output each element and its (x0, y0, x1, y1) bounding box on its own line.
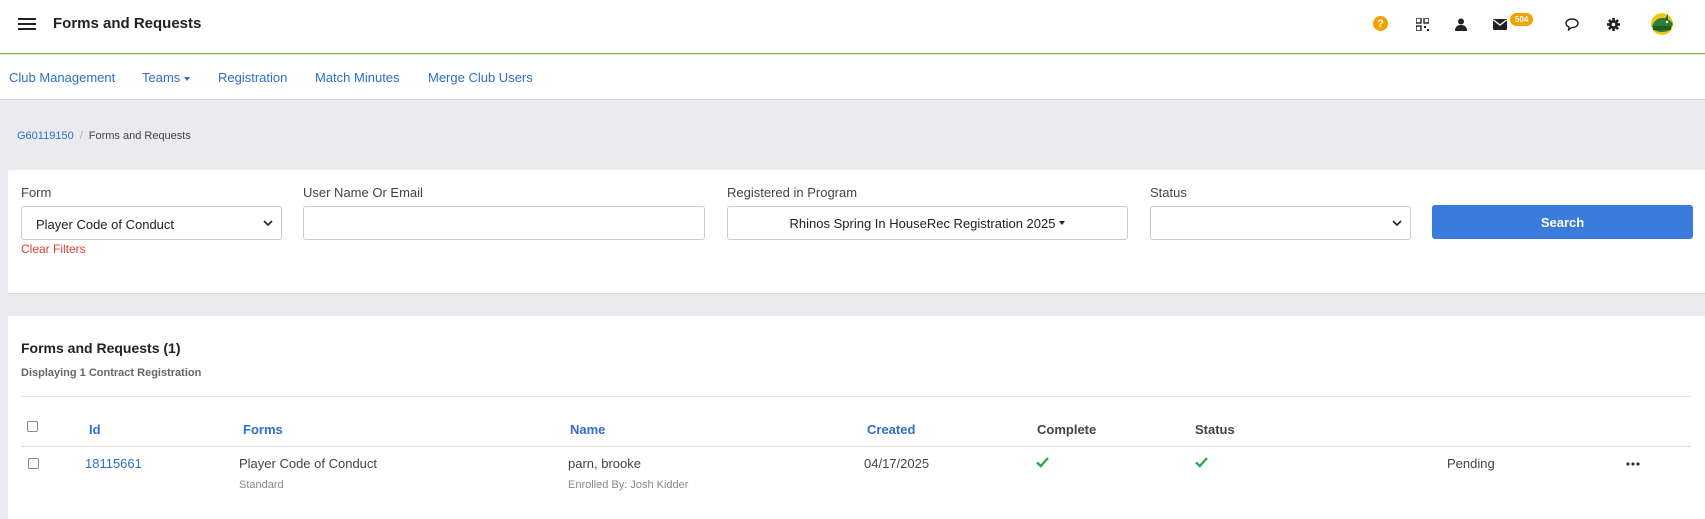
user-icon[interactable] (1452, 15, 1470, 33)
row-form-type: Standard (239, 479, 284, 491)
caret-down-icon (184, 76, 191, 81)
row-status-text: Pending (1447, 456, 1495, 471)
status-filter-label: Status (1150, 185, 1187, 200)
caret-down-icon (1059, 221, 1066, 225)
check-icon (1195, 457, 1208, 468)
row-enrolled-by: Enrolled By: Josh Kidder (568, 479, 689, 491)
program-filter-label: Registered in Program (727, 185, 858, 200)
club-logo[interactable] (1648, 12, 1676, 36)
nav-teams-label: Teams (142, 70, 181, 85)
column-header-created[interactable]: Created (867, 422, 915, 437)
row-created-date: 04/17/2025 (864, 456, 930, 471)
check-icon (1036, 457, 1049, 468)
chevron-down-icon (263, 220, 273, 227)
divider (21, 396, 1691, 397)
form-select[interactable]: Player Code of Conduct (21, 206, 282, 240)
user-filter-label: User Name Or Email (303, 185, 423, 200)
page-title: Forms and Requests (53, 15, 202, 32)
filter-panel: Form Player Code of Conduct Clear Filter… (8, 170, 1705, 294)
breadcrumb-club-link[interactable]: G60119150 (17, 130, 74, 142)
status-select[interactable] (1150, 206, 1411, 240)
user-search-input[interactable] (303, 206, 705, 240)
row-user-name: parn, brooke (568, 456, 641, 471)
mail-count-badge: 504 (1510, 13, 1534, 26)
secondary-nav: Club Management Teams Registration Match… (0, 55, 1705, 100)
chevron-down-icon (1392, 220, 1402, 227)
column-header-status: Status (1195, 422, 1235, 437)
row-id-link[interactable]: 18115661 (85, 456, 142, 471)
nav-match-minutes[interactable]: Match Minutes (315, 70, 400, 85)
nav-teams[interactable]: Teams (142, 70, 191, 85)
breadcrumb: G60119150 / Forms and Requests (17, 130, 191, 142)
menu-icon[interactable] (18, 18, 36, 32)
program-dropdown-value: Rhinos Spring In HouseRec Registration 2… (789, 215, 1056, 231)
column-header-id[interactable]: Id (89, 422, 101, 437)
breadcrumb-current: Forms and Requests (88, 130, 191, 142)
select-all-checkbox[interactable] (27, 421, 38, 432)
nav-club-management[interactable]: Club Management (9, 70, 115, 85)
program-dropdown-button[interactable]: Rhinos Spring In HouseRec Registration 2… (727, 206, 1128, 240)
top-bar: Forms and Requests ? 504 (0, 0, 1705, 54)
gear-icon[interactable] (1604, 15, 1622, 33)
row-form-name: Player Code of Conduct (239, 456, 378, 471)
column-header-complete: Complete (1037, 422, 1097, 437)
results-title: Forms and Requests (1) (21, 340, 181, 356)
qr-code-icon[interactable] (1413, 15, 1431, 33)
question-circle-icon[interactable]: ? (1373, 16, 1388, 31)
row-checkbox[interactable] (28, 458, 39, 469)
form-filter-label: Form (21, 185, 52, 200)
nav-merge-club-users[interactable]: Merge Club Users (428, 70, 533, 85)
chat-icon[interactable] (1563, 15, 1581, 33)
column-header-forms[interactable]: Forms (243, 422, 283, 437)
envelope-icon[interactable] (1491, 15, 1509, 33)
header-divider (21, 446, 1691, 447)
clear-filters-link[interactable]: Clear Filters (21, 242, 86, 256)
column-header-name[interactable]: Name (570, 422, 605, 437)
search-button[interactable]: Search (1432, 205, 1693, 239)
more-options-icon[interactable] (1626, 462, 1640, 466)
breadcrumb-separator: / (79, 130, 83, 142)
nav-registration[interactable]: Registration (218, 70, 287, 85)
form-select-value: Player Code of Conduct (36, 217, 175, 232)
results-panel: Forms and Requests (1) Displaying 1 Cont… (8, 316, 1705, 519)
results-subtitle: Displaying 1 Contract Registration (21, 367, 202, 379)
